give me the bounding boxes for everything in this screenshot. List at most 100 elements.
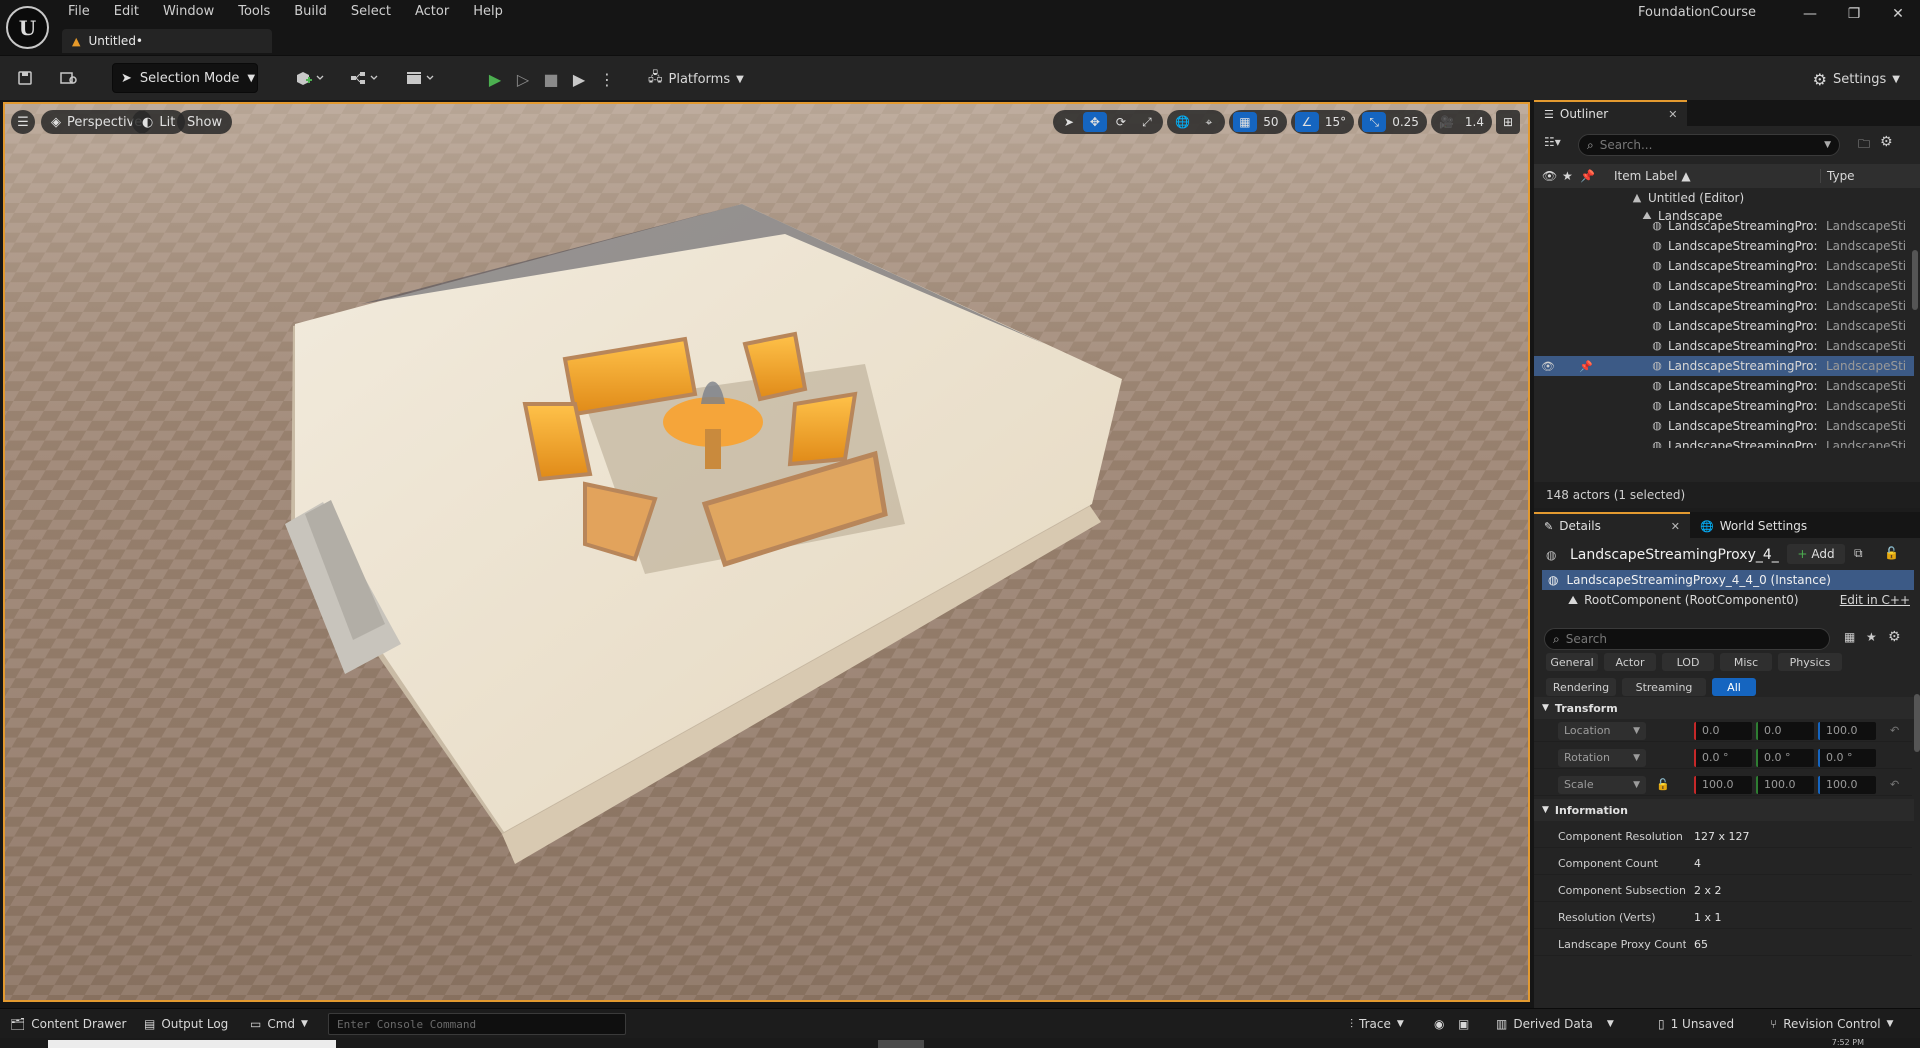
filter-physics[interactable]: Physics [1778, 653, 1842, 671]
derived-data-dropdown[interactable]: ▥ Derived Data ▼ [1496, 1014, 1614, 1034]
viewport-menu-button[interactable]: ☰ [11, 110, 35, 134]
rotation-snap-icon[interactable]: ∠ [1294, 112, 1319, 132]
favorite-star-icon[interactable]: ★ [1562, 169, 1573, 183]
stop-icon[interactable]: ■ [538, 66, 564, 92]
lock-icon[interactable]: 🔓 [1884, 546, 1899, 560]
close-button[interactable]: ✕ [1876, 0, 1920, 28]
blueprint-convert-icon[interactable]: ⧉ [1854, 546, 1863, 561]
more-options-icon[interactable]: ⋮ [594, 66, 620, 92]
favorite-star-icon[interactable]: ★ [1866, 630, 1877, 644]
outliner-row[interactable]: ◍ LandscapeStreamingPro: LandscapeSti [1534, 376, 1914, 396]
scale-tool-icon[interactable]: ⤢ [1135, 110, 1159, 134]
settings-dropdown[interactable]: ⚙ Settings ▼ [1813, 66, 1900, 92]
item-label-column[interactable]: Item Label ▲ [1614, 169, 1691, 183]
close-icon[interactable]: ✕ [1671, 520, 1680, 533]
actor-name-field[interactable]: LandscapeStreamingProxy_4_ [1570, 547, 1782, 563]
reset-icon[interactable]: ↶ [1890, 778, 1899, 791]
outliner-row[interactable]: ◍ LandscapeStreamingPro: LandscapeSti [1534, 396, 1914, 416]
level-document-tab[interactable]: ▲ Untitled• [62, 29, 272, 53]
scale-y-field[interactable]: 100.0 [1756, 775, 1814, 794]
selection-mode-dropdown[interactable]: ➤ Selection Mode ▼ [112, 63, 258, 93]
reset-icon[interactable]: ↶ [1890, 724, 1899, 737]
tab-outliner[interactable]: ☰ Outliner ✕ [1534, 100, 1688, 126]
outliner-row[interactable]: ◍ LandscapeStreamingPro: LandscapeSti [1534, 316, 1914, 336]
details-scrollbar[interactable] [1914, 694, 1920, 752]
visibility-icon[interactable]: 👁 [1542, 169, 1557, 183]
edit-in-cpp-link[interactable]: Edit in C++ [1840, 593, 1910, 607]
component-instance-row[interactable]: ◍ LandscapeStreamingProxy_4_4_0 (Instanc… [1542, 570, 1914, 590]
rotation-z-field[interactable]: 0.0 ° [1818, 748, 1876, 767]
rotation-x-field[interactable]: 0.0 ° [1694, 748, 1752, 767]
filter-lod[interactable]: LOD [1662, 653, 1714, 671]
grid-snap-icon[interactable]: ▦ [1232, 112, 1257, 132]
platforms-dropdown[interactable]: 🖧 Platforms ▼ [648, 66, 744, 92]
taskbar-app[interactable] [878, 1040, 924, 1048]
menu-actor[interactable]: Actor [403, 2, 461, 21]
cmd-dropdown[interactable]: ▭ Cmd ▼ [250, 1014, 308, 1034]
transform-section-header[interactable]: ▼ Transform [1534, 697, 1914, 719]
property-matrix-icon[interactable]: ▦ [1844, 630, 1855, 644]
menu-file[interactable]: File [56, 2, 102, 21]
console-command-input[interactable]: Enter Console Command [328, 1013, 626, 1035]
pin-icon[interactable]: 📌 [1578, 360, 1594, 373]
world-space-icon[interactable]: 🌐 [1171, 110, 1195, 134]
record-icon[interactable]: ◉ [1434, 1014, 1444, 1034]
screenshot-icon[interactable]: ▣ [1458, 1014, 1469, 1034]
browse-content-icon[interactable] [56, 66, 82, 90]
menu-edit[interactable]: Edit [102, 2, 151, 21]
rotation-snap-value[interactable]: 15° [1321, 110, 1350, 134]
viewport-layout-icon[interactable]: ⊞ [1496, 110, 1520, 134]
scale-snap-icon[interactable]: ⤡ [1362, 112, 1387, 132]
location-dropdown[interactable]: Location ▼ [1558, 721, 1646, 740]
outliner-row[interactable]: ◍ LandscapeStreamingPro: LandscapeSti [1534, 276, 1914, 296]
level-viewport[interactable]: ☰ ◈ Perspective ◐ Lit Show ➤ ✥ ⟳ ⤢ 🌐 ⌖ ▦… [3, 102, 1530, 1002]
save-icon[interactable] [12, 66, 38, 90]
outliner-row[interactable]: ◍ LandscapeStreamingPro: LandscapeSti [1534, 296, 1914, 316]
root-component-row[interactable]: ⛰ RootComponent (RootComponent0) Edit in… [1542, 590, 1914, 610]
outliner-scrollbar[interactable] [1912, 250, 1918, 310]
scale-snap-value[interactable]: 0.25 [1388, 110, 1423, 134]
trace-dropdown[interactable]: ⫶ Trace ▼ [1350, 1014, 1404, 1034]
outliner-row[interactable]: ◍ LandscapeStreamingPro: LandscapeSti [1534, 416, 1914, 436]
outliner-row[interactable]: ◍ LandscapeStreamingPro: LandscapeSti [1534, 436, 1914, 448]
details-search-input[interactable]: ⌕ Search [1544, 628, 1830, 650]
filter-general[interactable]: General [1546, 653, 1598, 671]
location-y-field[interactable]: 0.0 [1756, 721, 1814, 740]
pin-icon[interactable]: 📌 [1580, 169, 1595, 183]
cinematics-icon[interactable] [402, 66, 438, 90]
tab-world-settings[interactable]: 🌐 World Settings [1690, 512, 1818, 538]
show-button[interactable]: Show [177, 110, 233, 134]
grid-snap-value[interactable]: 50 [1259, 110, 1283, 134]
outliner-search-input[interactable]: ⌕ Search... ▼ [1578, 134, 1840, 156]
blueprint-icon[interactable] [346, 66, 382, 90]
translate-tool-icon[interactable]: ✥ [1082, 112, 1107, 132]
new-folder-icon[interactable]: 🗀 [1858, 135, 1870, 156]
add-actor-icon[interactable] [292, 66, 328, 90]
camera-speed-icon[interactable]: 🎥 [1435, 110, 1459, 134]
tree-item-root[interactable]: ▲ Untitled (Editor) [1534, 188, 1914, 208]
surface-snap-icon[interactable]: ⌖ [1197, 110, 1221, 134]
eject-icon[interactable]: ▶ [566, 66, 592, 92]
filter-streaming[interactable]: Streaming [1622, 678, 1706, 696]
minimize-button[interactable]: — [1788, 0, 1832, 28]
rotation-dropdown[interactable]: Rotation ▼ [1558, 748, 1646, 767]
menu-tools[interactable]: Tools [226, 2, 282, 21]
revision-control-dropdown[interactable]: ⑂ Revision Control ▼ [1770, 1014, 1893, 1034]
menu-help[interactable]: Help [461, 2, 515, 21]
rotate-tool-icon[interactable]: ⟳ [1109, 110, 1133, 134]
gear-icon[interactable]: ⚙ [1888, 629, 1901, 645]
unreal-logo-icon[interactable]: U [6, 6, 49, 49]
filter-all[interactable]: All [1712, 678, 1756, 696]
location-z-field[interactable]: 100.0 [1818, 721, 1876, 740]
outliner-row[interactable]: ◍ LandscapeStreamingPro: LandscapeSti [1534, 336, 1914, 356]
filter-actor[interactable]: Actor [1604, 653, 1656, 671]
menu-window[interactable]: Window [151, 2, 226, 21]
unsaved-button[interactable]: ▯ 1 Unsaved [1658, 1014, 1734, 1034]
scale-lock-icon[interactable]: 🔓 [1656, 778, 1670, 791]
filter-misc[interactable]: Misc [1720, 653, 1772, 671]
viewport-scene[interactable] [5, 104, 1528, 1000]
scale-z-field[interactable]: 100.0 [1818, 775, 1876, 794]
menu-select[interactable]: Select [339, 2, 403, 21]
outliner-row[interactable]: ◍ LandscapeStreamingPro: LandscapeSti [1534, 216, 1914, 236]
add-component-button[interactable]: + Add [1787, 544, 1845, 564]
